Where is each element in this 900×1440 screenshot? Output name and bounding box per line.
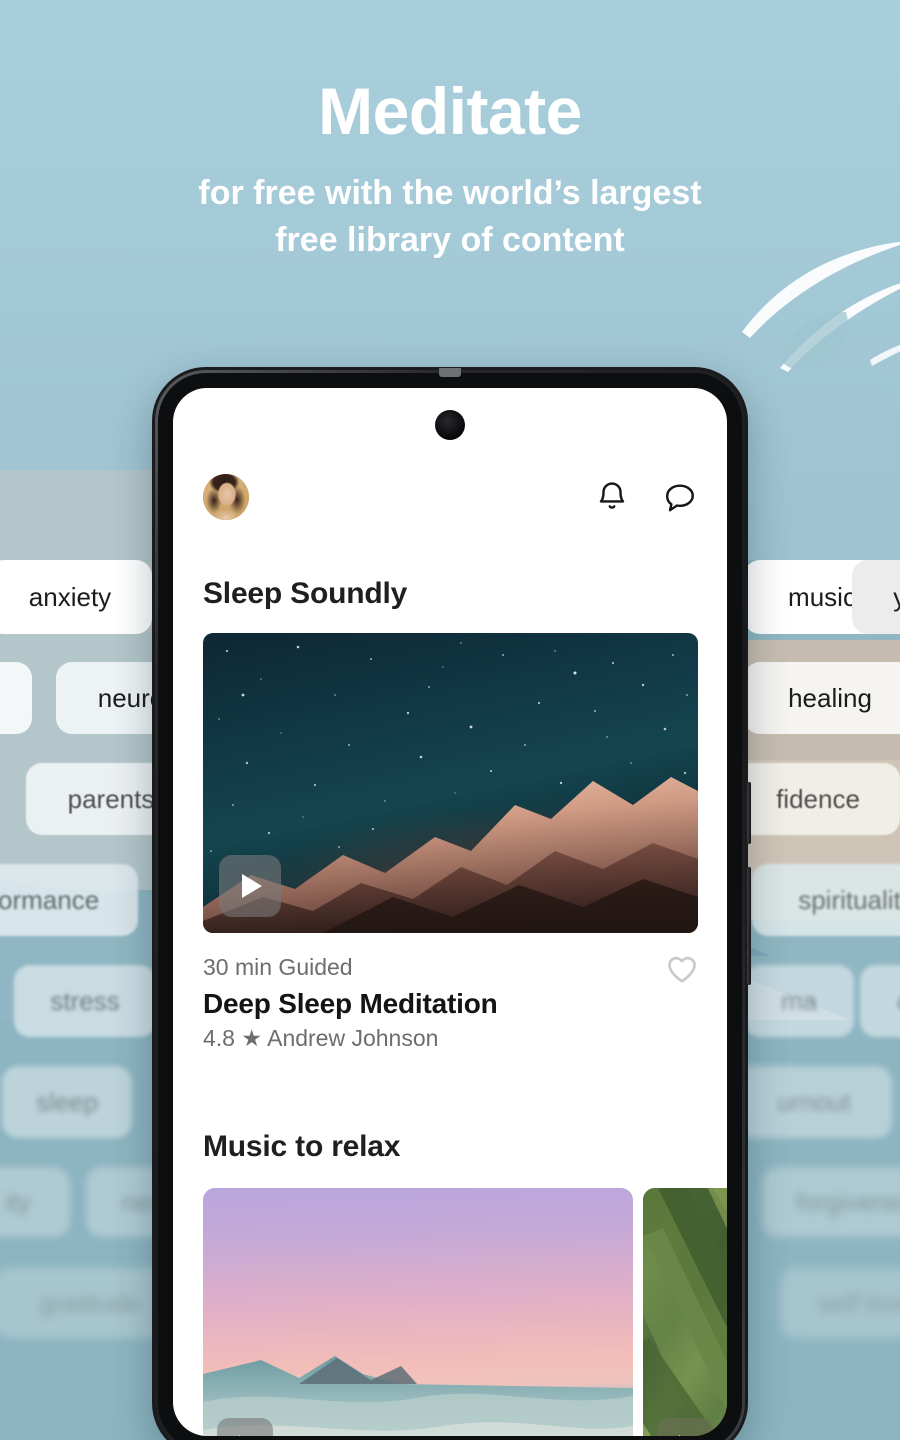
earpiece-speaker bbox=[439, 368, 461, 377]
play-button-music-1[interactable] bbox=[217, 1418, 273, 1436]
chat-bubble-icon[interactable] bbox=[663, 480, 697, 514]
play-button-music-2[interactable] bbox=[657, 1418, 713, 1436]
green-leaves-art bbox=[643, 1188, 727, 1436]
power-button[interactable] bbox=[747, 867, 751, 985]
hero-image-card[interactable] bbox=[203, 633, 698, 933]
play-button-hero[interactable] bbox=[219, 855, 281, 917]
avatar[interactable] bbox=[203, 474, 249, 520]
background-tag: yo bbox=[852, 560, 900, 634]
phone-mockup: Sleep Soundly 30 min Guided Deep Sleep M… bbox=[152, 367, 751, 1440]
avatar-photo bbox=[203, 474, 249, 520]
background-tag: fidence bbox=[736, 763, 900, 835]
promo-headline: Meditate for free with the world’s large… bbox=[0, 78, 900, 264]
background-tag: self love bbox=[780, 1268, 900, 1338]
page-title: Meditate bbox=[318, 74, 582, 148]
background-tag: formance bbox=[0, 864, 138, 936]
background-tag: ity bbox=[0, 1167, 70, 1237]
subtitle-line-1: for free with the world’s largest bbox=[198, 174, 702, 212]
background-tag: ma bbox=[744, 965, 854, 1037]
background-tag: s bbox=[0, 662, 32, 734]
hero-meta: 30 min Guided Deep Sleep Meditation 4.8 … bbox=[203, 954, 698, 1052]
subtitle-line-2: free library of content bbox=[275, 220, 625, 259]
section-title-music: Music to relax bbox=[203, 1130, 401, 1163]
background-tag: urnout bbox=[736, 1066, 892, 1138]
play-icon bbox=[242, 874, 262, 898]
section-title-sleep: Sleep Soundly bbox=[203, 577, 408, 610]
app-header bbox=[173, 460, 727, 534]
background-tag: forgiveness bbox=[762, 1167, 900, 1237]
track-rating-author: 4.8 ★ Andrew Johnson bbox=[203, 1025, 439, 1051]
music-card-sunset[interactable] bbox=[203, 1188, 633, 1436]
background-tag: healing bbox=[744, 662, 900, 734]
track-title: Deep Sleep Meditation bbox=[203, 988, 498, 1019]
bell-icon[interactable] bbox=[595, 480, 629, 514]
front-camera bbox=[435, 410, 465, 440]
background-tag: spirituality bbox=[752, 864, 900, 936]
play-icon bbox=[238, 1435, 256, 1436]
background-tag: sleep bbox=[2, 1066, 132, 1138]
background-tag: cha bbox=[860, 965, 900, 1037]
sunset-ocean-art bbox=[203, 1316, 633, 1436]
duration-label: 30 min Guided bbox=[203, 954, 353, 980]
phone-screen: Sleep Soundly 30 min Guided Deep Sleep M… bbox=[173, 388, 727, 1436]
play-icon bbox=[678, 1435, 696, 1436]
heart-outline-icon[interactable] bbox=[666, 954, 698, 984]
background-tag: anxiety bbox=[0, 560, 152, 634]
background-tag: stress bbox=[14, 965, 156, 1037]
volume-button[interactable] bbox=[747, 782, 751, 844]
music-card-leaves[interactable] bbox=[643, 1188, 727, 1436]
